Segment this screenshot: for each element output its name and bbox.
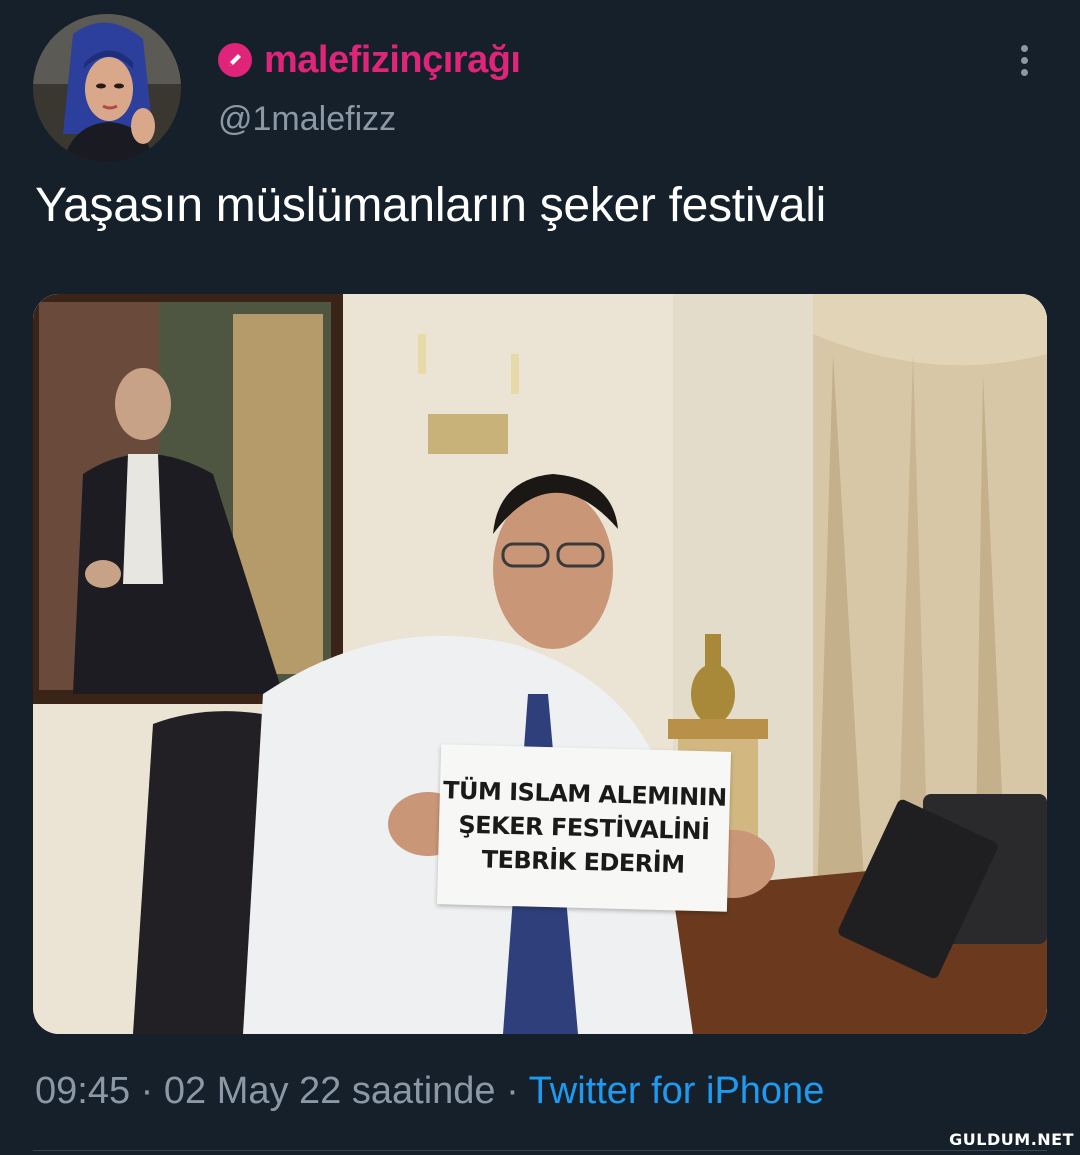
held-sign: TÜM ISLAM ALEMININ ŞEKER FESTİVALİNİ TEB…	[436, 744, 732, 912]
sign-line-3: TEBRİK EDERİM	[481, 845, 685, 879]
author-handle[interactable]: @1malefizz	[218, 100, 396, 139]
tweet-text: Yaşasın müslümanların şeker festivali	[35, 179, 827, 232]
pencil-badge-icon	[218, 43, 252, 77]
divider	[33, 1150, 1047, 1151]
tweet-media-photo[interactable]: TÜM ISLAM ALEMININ ŞEKER FESTİVALİNİ TEB…	[33, 294, 1047, 1034]
avatar[interactable]	[33, 14, 181, 162]
tweet-time[interactable]: 09:45	[35, 1070, 130, 1112]
meta-separator-2: ·	[495, 1070, 529, 1112]
author-display-name[interactable]: malefizinçırağı	[264, 39, 521, 82]
tweet-source-link[interactable]: Twitter for iPhone	[529, 1070, 825, 1112]
tweet-date[interactable]: 02 May 22 saatinde	[164, 1070, 496, 1112]
meta-separator: ·	[130, 1070, 164, 1112]
watermark: GULDUM.NET	[949, 1130, 1074, 1149]
author-name-row[interactable]: malefizinçırağı	[218, 39, 521, 82]
tweet-metadata: 09:45 · 02 May 22 saatinde · Twitter for…	[35, 1070, 824, 1113]
more-vertical-icon[interactable]	[1010, 40, 1038, 80]
